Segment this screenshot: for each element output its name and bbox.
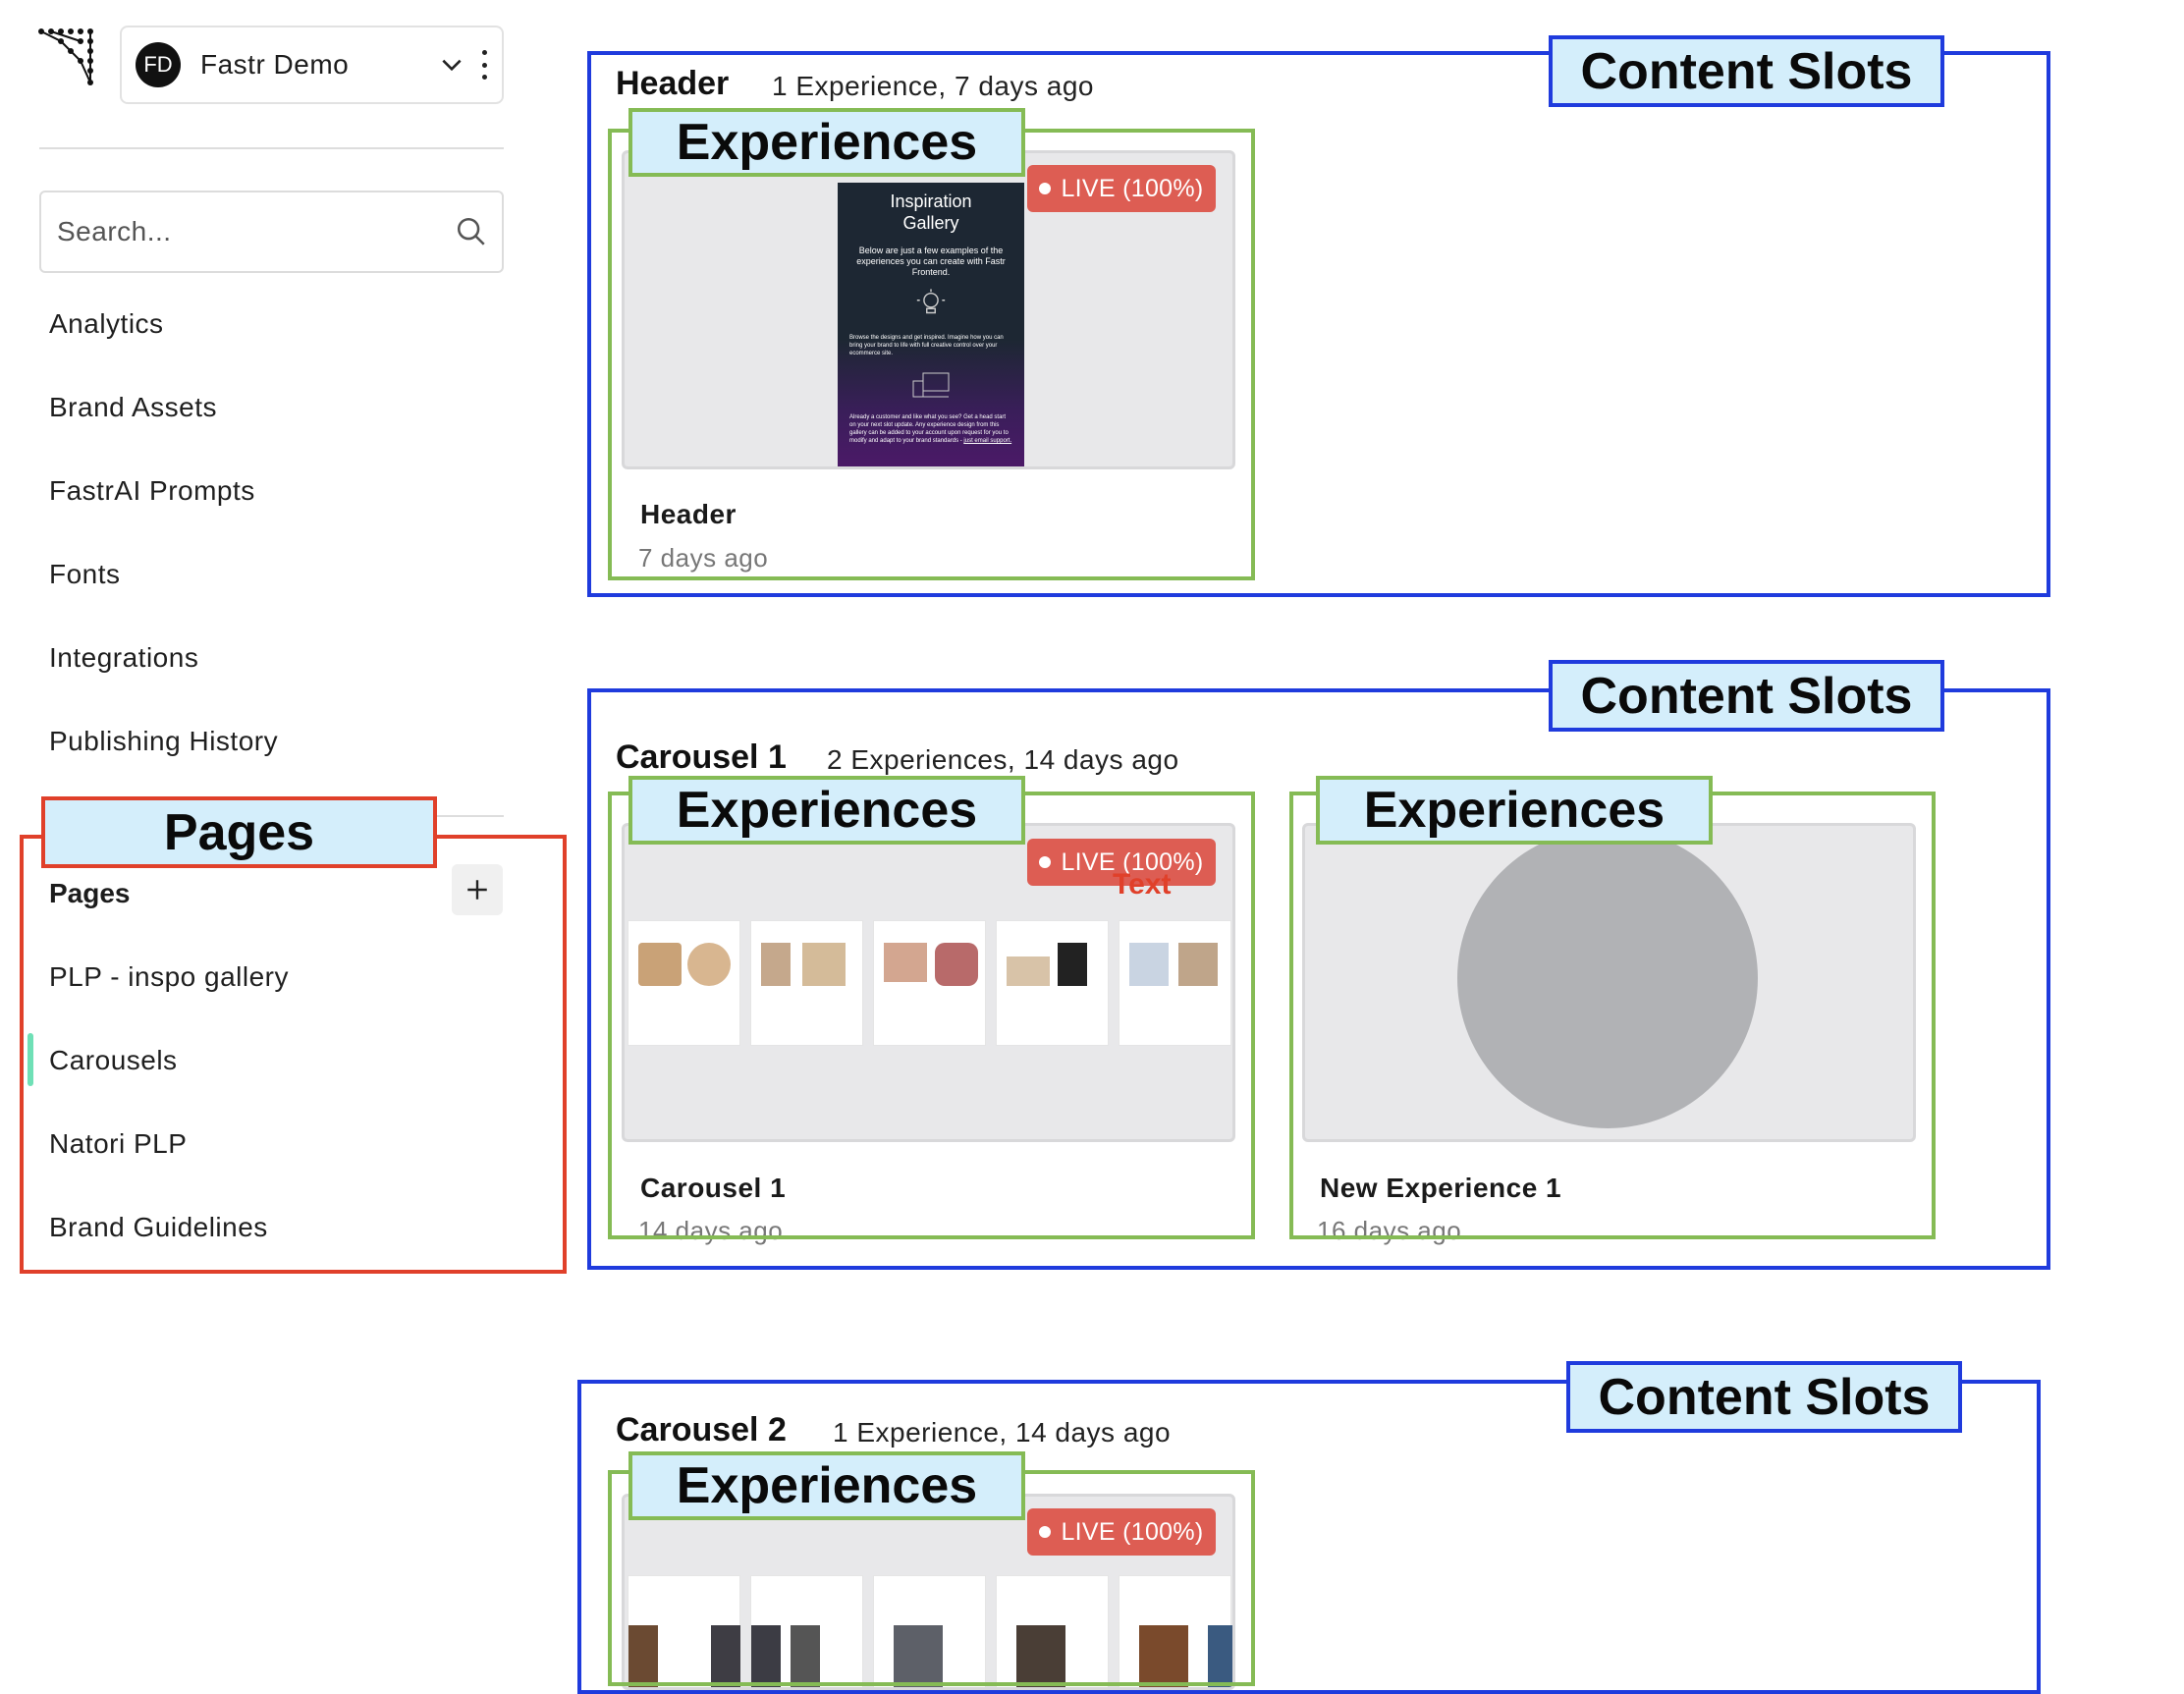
- slot-meta: 2 Experiences, 14 days ago: [827, 744, 1179, 775]
- experience-frame: [608, 792, 1255, 1239]
- pages-annotation-label: Pages: [41, 796, 437, 868]
- experiences-label: Experiences: [628, 108, 1025, 177]
- fastr-logo-icon: [38, 28, 93, 85]
- nav-item-integrations[interactable]: Integrations: [49, 642, 198, 674]
- experiences-label: Experiences: [628, 776, 1025, 845]
- nav-item-fonts[interactable]: Fonts: [49, 559, 121, 590]
- search-input[interactable]: [55, 215, 455, 248]
- search-box[interactable]: [39, 191, 504, 273]
- content-slots-label: Content Slots: [1566, 1361, 1962, 1433]
- nav-item-fastrai-prompts[interactable]: FastrAI Prompts: [49, 475, 255, 507]
- slot-title: Carousel 1: [616, 738, 787, 776]
- nav-item-publishing-history[interactable]: Publishing History: [49, 726, 278, 757]
- nav-item-brand-assets[interactable]: Brand Assets: [49, 392, 217, 423]
- slot-title: Carousel 2: [616, 1411, 787, 1448]
- org-switcher[interactable]: FD Fastr Demo: [120, 26, 504, 104]
- sidebar-divider: [39, 147, 504, 149]
- pages-annotation-frame: [20, 835, 567, 1274]
- content-slots-label: Content Slots: [1549, 660, 1944, 732]
- experience-frame: [608, 129, 1255, 580]
- experience-frame: [1289, 792, 1936, 1239]
- slot-meta: 1 Experience, 14 days ago: [833, 1417, 1172, 1448]
- pages-divider: [432, 815, 504, 817]
- more-options-icon[interactable]: [480, 50, 488, 80]
- chevron-down-icon[interactable]: [439, 52, 464, 78]
- org-avatar: FD: [136, 42, 181, 87]
- search-icon[interactable]: [455, 215, 488, 248]
- nav-item-analytics[interactable]: Analytics: [49, 308, 164, 340]
- experiences-label: Experiences: [628, 1451, 1025, 1520]
- content-slots-label: Content Slots: [1549, 35, 1944, 107]
- experiences-label: Experiences: [1316, 776, 1713, 845]
- org-name: Fastr Demo: [200, 49, 350, 80]
- slot-title: Header: [616, 65, 730, 102]
- slot-meta: 1 Experience, 7 days ago: [772, 71, 1094, 101]
